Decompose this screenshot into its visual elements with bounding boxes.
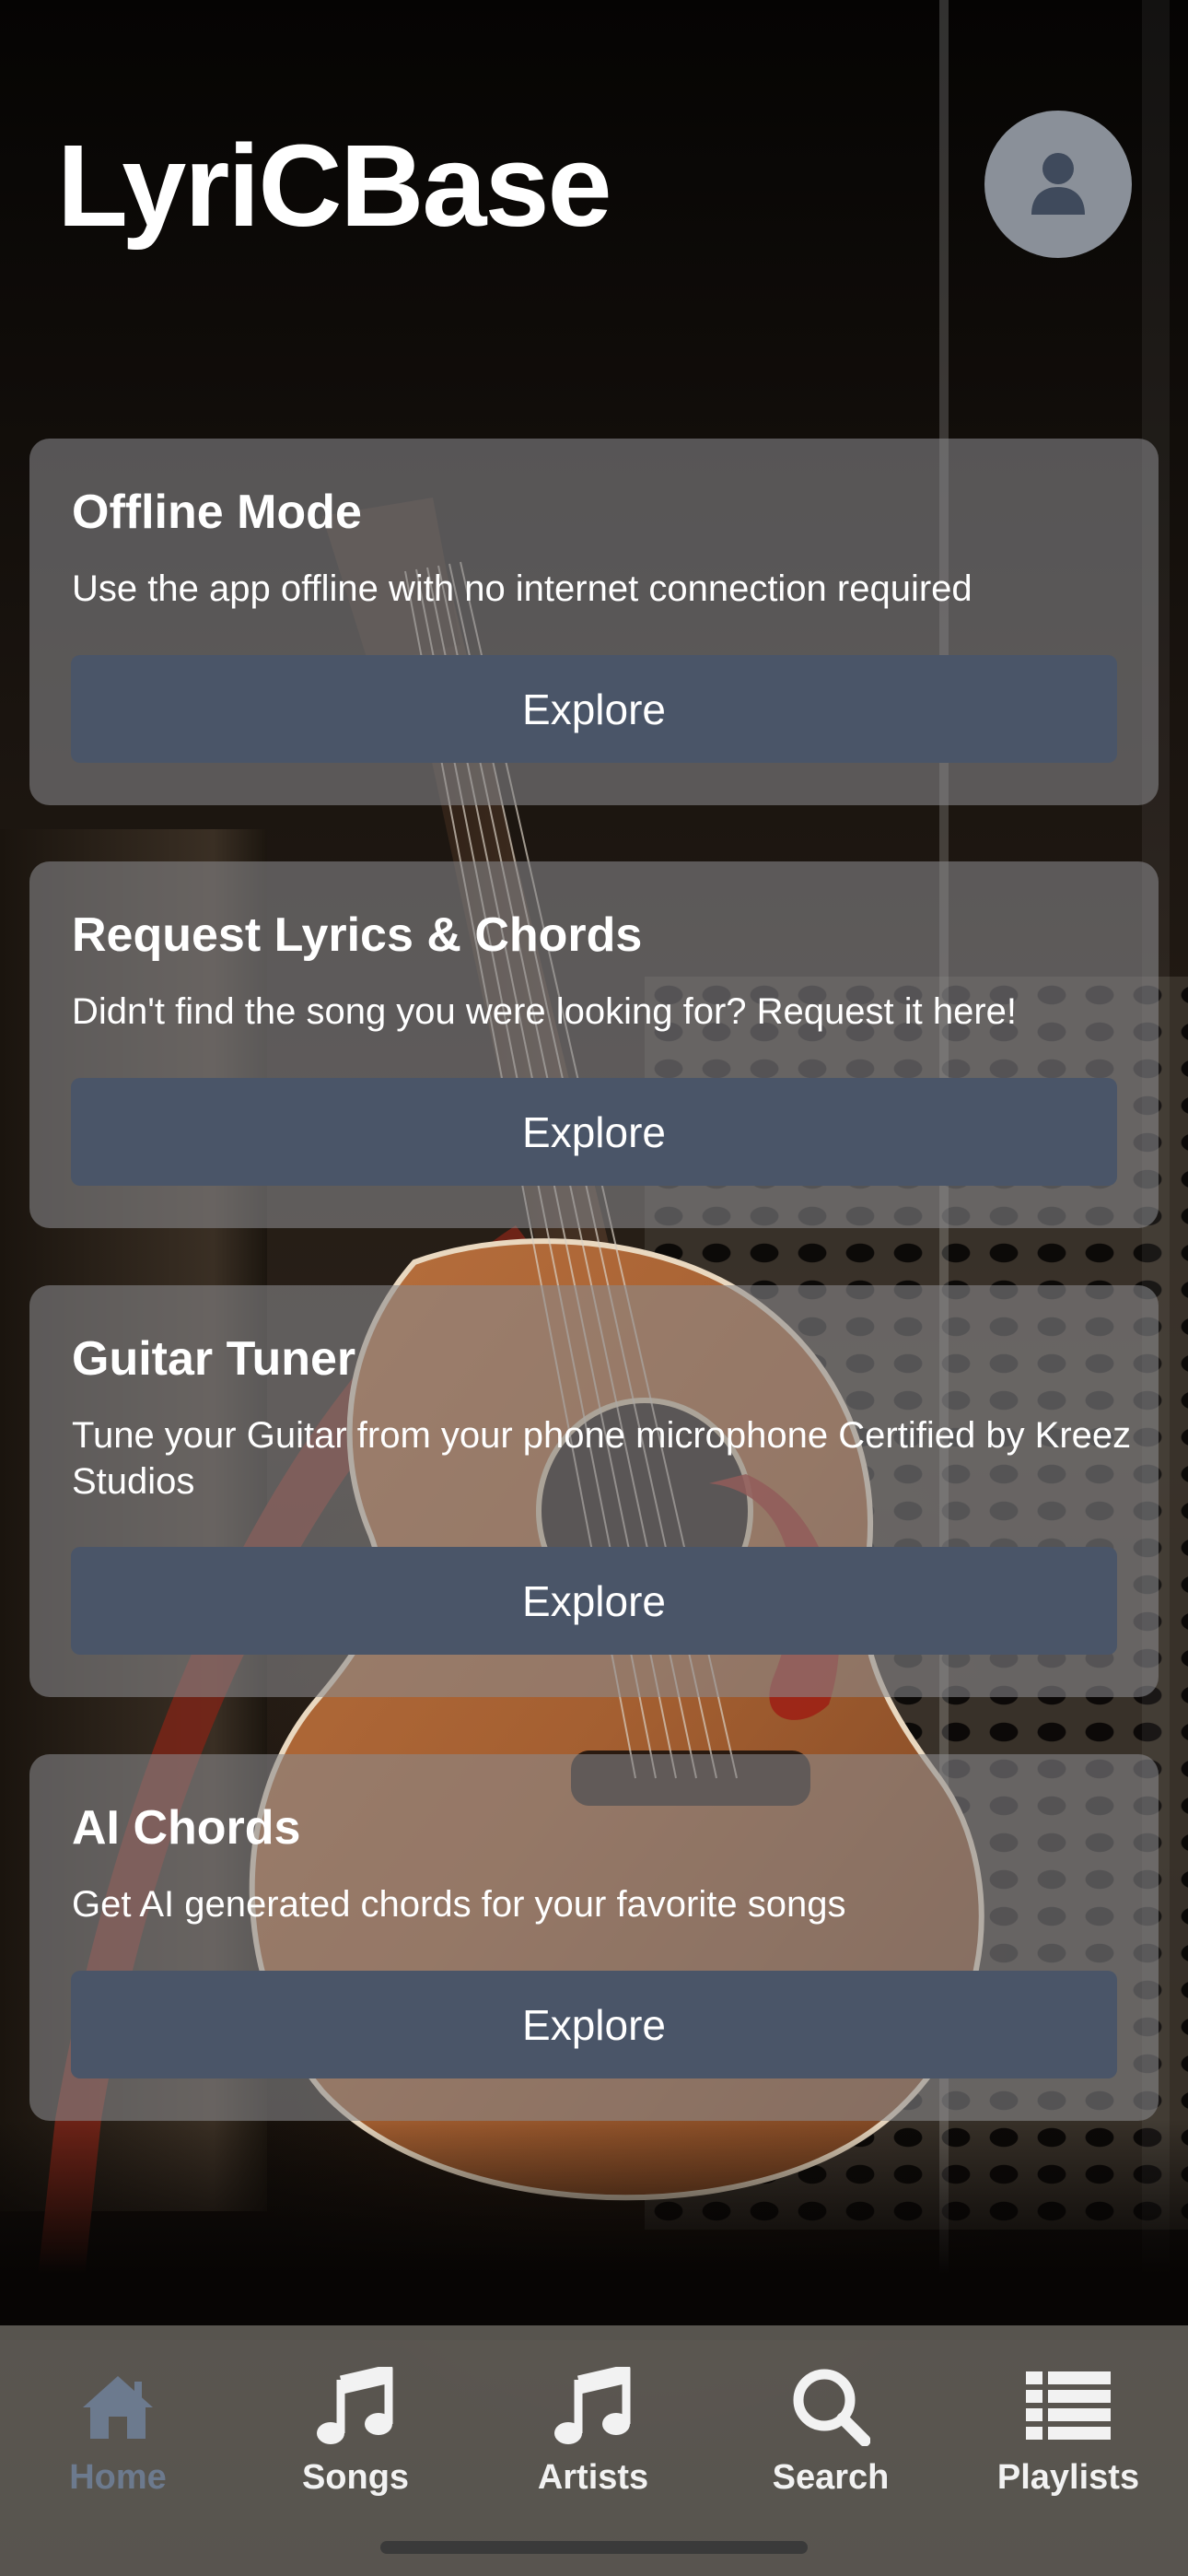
card-title: Request Lyrics & Chords: [72, 908, 643, 962]
ai-chords-card: AI Chords Get AI generated chords for yo…: [29, 1754, 1159, 2121]
card-title: Offline Mode: [72, 486, 362, 539]
tab-label: Home: [69, 2458, 167, 2497]
house-icon: [72, 2362, 164, 2451]
home-screen: LyriCBase Offline Mode Use the app offli…: [0, 0, 1188, 2576]
list-icon: [1022, 2362, 1114, 2451]
person-icon: [1031, 153, 1085, 215]
tab-playlists[interactable]: Playlists: [967, 2362, 1170, 2528]
home-indicator: [380, 2541, 808, 2554]
request-lyrics-explore-button[interactable]: Explore: [71, 1078, 1117, 1186]
tab-label: Playlists: [996, 2458, 1140, 2497]
request-lyrics-card: Request Lyrics & Chords Didn't find the …: [29, 861, 1159, 1228]
tab-label: Search: [772, 2458, 890, 2497]
card-title: AI Chords: [72, 1801, 301, 1855]
offline-mode-card: Offline Mode Use the app offline with no…: [29, 439, 1159, 805]
tab-label: Songs: [301, 2458, 410, 2497]
music-note-icon: [309, 2362, 402, 2451]
search-icon: [785, 2362, 877, 2451]
ai-chords-explore-button[interactable]: Explore: [71, 1971, 1117, 2078]
background-floor: [0, 2119, 1188, 2340]
card-description: Use the app offline with no internet con…: [72, 568, 973, 609]
tab-search[interactable]: Search: [729, 2362, 932, 2528]
music-note-icon: [547, 2362, 639, 2451]
card-title: Guitar Tuner: [72, 1332, 356, 1386]
card-description: Didn't find the song you were looking fo…: [72, 991, 1018, 1032]
tab-songs[interactable]: Songs: [254, 2362, 457, 2528]
tab-artists[interactable]: Artists: [492, 2362, 694, 2528]
guitar-tuner-explore-button[interactable]: Explore: [71, 1547, 1117, 1655]
card-description: Tune your Guitar from your phone microph…: [72, 1415, 1132, 1502]
tab-label: Artists: [537, 2458, 649, 2497]
tab-bar: Home Songs Artists Search Playlists: [0, 2325, 1188, 2576]
profile-button[interactable]: [984, 111, 1132, 258]
card-description: Get AI generated chords for your favorit…: [72, 1884, 846, 1925]
guitar-tuner-card: Guitar Tuner Tune your Guitar from your …: [29, 1285, 1159, 1697]
tab-home[interactable]: Home: [17, 2362, 219, 2528]
app-title: LyriCBase: [57, 121, 612, 251]
offline-mode-explore-button[interactable]: Explore: [71, 655, 1117, 763]
